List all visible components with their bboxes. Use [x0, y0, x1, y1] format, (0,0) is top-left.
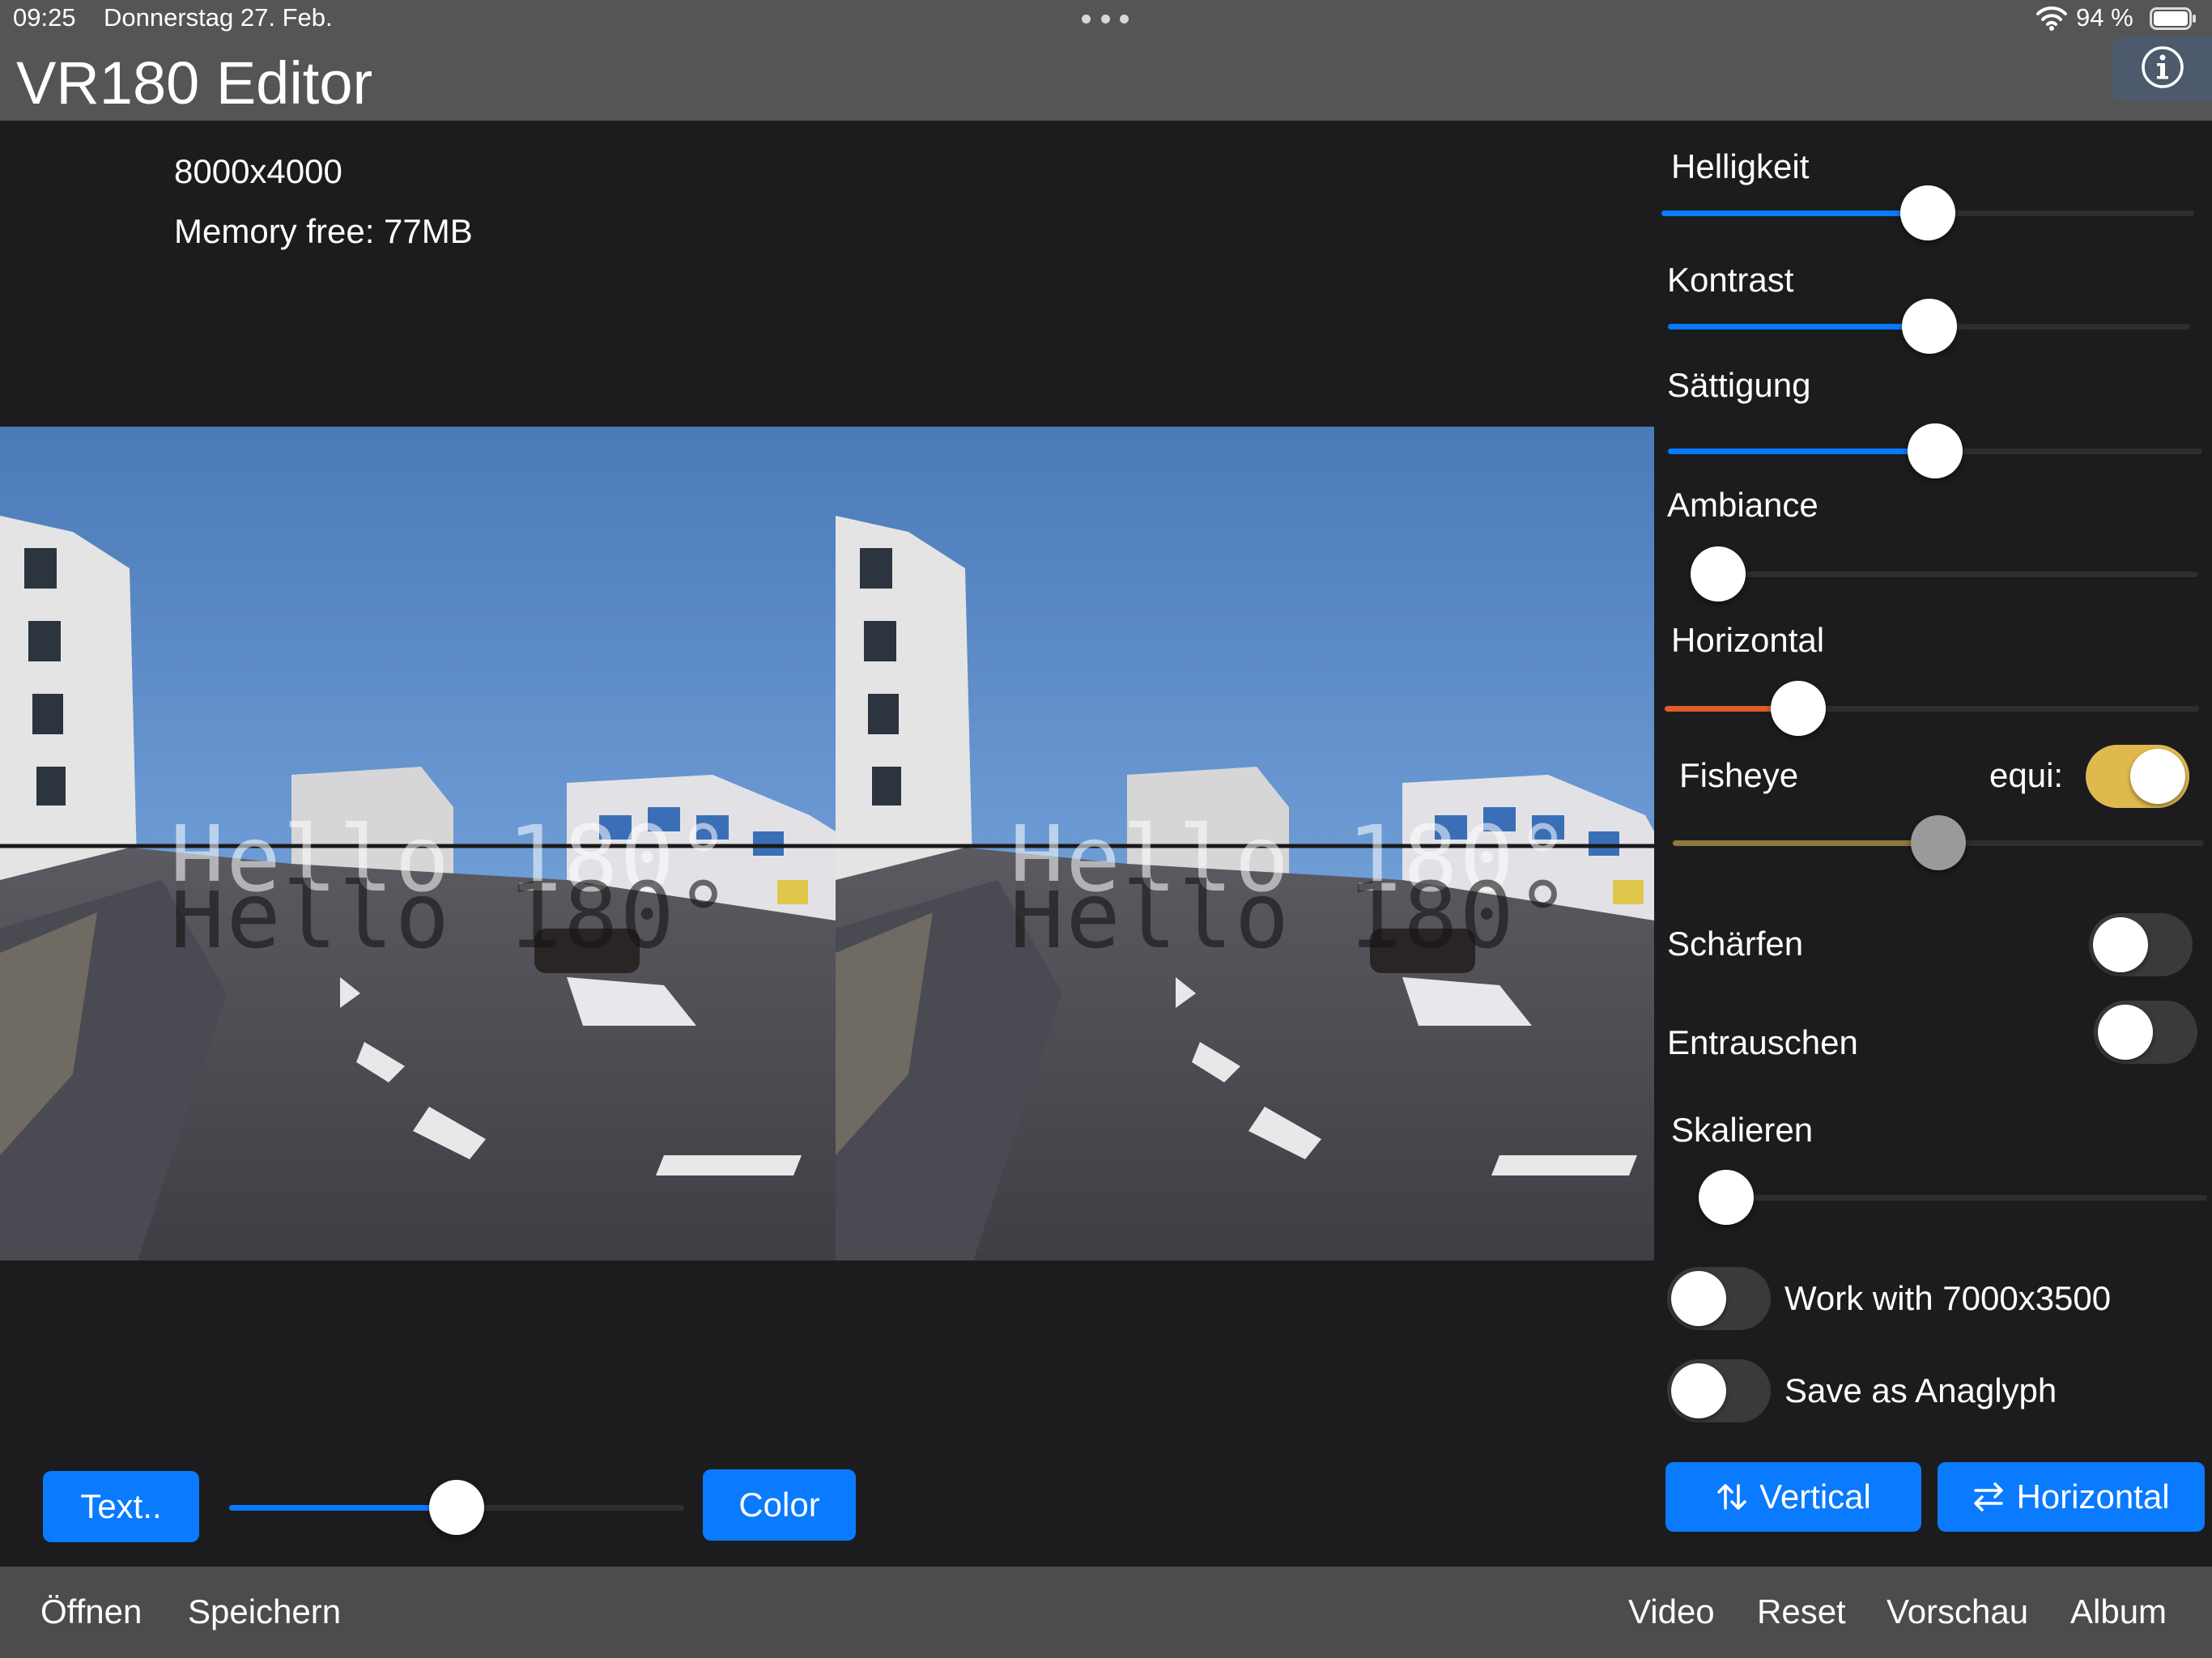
- horizontal-flip-icon: [1974, 1482, 2004, 1511]
- vorschau-button[interactable]: Vorschau: [1887, 1592, 2028, 1631]
- saettigung-slider[interactable]: [1668, 423, 2202, 478]
- overlay-text-shadow: Hello 180°: [170, 864, 733, 969]
- slider-fill: [1661, 210, 1928, 216]
- fisheye-slider[interactable]: [1673, 815, 2204, 870]
- ambiance-slider[interactable]: [1691, 546, 2198, 602]
- fisheye-label: Fisheye: [1679, 756, 1799, 794]
- slider-knob[interactable]: [1699, 1170, 1754, 1225]
- slider-knob[interactable]: [1908, 423, 1963, 478]
- helligkeit-slider[interactable]: [1661, 185, 2194, 240]
- slider-fill: [1673, 840, 1938, 846]
- slider-fill: [229, 1505, 457, 1511]
- resolution-label: 8000x4000: [174, 152, 342, 190]
- slider-knob[interactable]: [1771, 681, 1826, 736]
- album-button[interactable]: Album: [2070, 1592, 2167, 1631]
- flip-horizontal-button[interactable]: Horizontal: [1938, 1462, 2205, 1532]
- save-anaglyph-toggle[interactable]: [1667, 1359, 1771, 1422]
- helligkeit-label: Helligkeit: [1671, 147, 1810, 185]
- slider-knob[interactable]: [1911, 815, 1966, 870]
- info-button[interactable]: [2112, 36, 2212, 101]
- entrauschen-label: Entrauschen: [1667, 1023, 1858, 1061]
- save-anaglyph-label: Save as Anaglyph: [1784, 1371, 2057, 1409]
- color-button[interactable]: Color: [703, 1469, 856, 1541]
- horizontal-label: Horizontal: [1671, 621, 1825, 659]
- work-with-label: Work with 7000x3500: [1784, 1279, 2112, 1317]
- ambiance-label: Ambiance: [1667, 486, 1819, 524]
- vr180-preview[interactable]: Hello 180° Hello 180° Hello 180° Hello 1…: [0, 427, 1654, 1261]
- flip-horizontal-label: Horizontal: [2016, 1477, 2170, 1516]
- right-eye-image: Hello 180° Hello 180°: [836, 427, 1654, 1261]
- overlay-text-shadow: Hello 180°: [1010, 864, 1572, 969]
- status-time: 09:25: [13, 3, 76, 32]
- battery-percentage: 94 %: [2076, 3, 2133, 32]
- status-date: Donnerstag 27. Feb.: [104, 3, 333, 32]
- skalieren-label: Skalieren: [1671, 1111, 1814, 1149]
- app-title: VR180 Editor: [16, 49, 373, 117]
- text-size-slider[interactable]: [229, 1480, 684, 1535]
- memory-label: Memory free: 77MB: [174, 212, 473, 250]
- speichern-button[interactable]: Speichern: [188, 1592, 341, 1631]
- oeffnen-button[interactable]: Öffnen: [40, 1592, 142, 1631]
- slider-knob[interactable]: [1691, 546, 1746, 602]
- left-eye-image: Hello 180° Hello 180°: [0, 427, 836, 1261]
- schaerfen-label: Schärfen: [1667, 925, 1804, 963]
- skalieren-slider[interactable]: [1699, 1170, 2207, 1225]
- saettigung-label: Sättigung: [1667, 366, 1811, 404]
- text-button[interactable]: Text..: [43, 1471, 199, 1542]
- equi-toggle[interactable]: [2086, 745, 2189, 808]
- kontrast-label: Kontrast: [1667, 261, 1794, 299]
- slider-knob[interactable]: [429, 1480, 484, 1535]
- schaerfen-toggle[interactable]: [2089, 913, 2193, 976]
- vertical-flip-icon: [1717, 1484, 1746, 1510]
- reset-button[interactable]: Reset: [1757, 1592, 1846, 1631]
- flip-vertical-label: Vertical: [1759, 1477, 1871, 1516]
- video-button[interactable]: Video: [1628, 1592, 1715, 1631]
- kontrast-slider[interactable]: [1668, 299, 2190, 354]
- multitasking-dots-icon[interactable]: [1082, 15, 1129, 26]
- equi-label: equi:: [1989, 756, 2064, 794]
- battery-icon: [2150, 7, 2196, 30]
- info-icon: [2142, 46, 2184, 88]
- slider-knob[interactable]: [1900, 185, 1955, 240]
- wifi-icon: [2036, 6, 2067, 31]
- work-with-toggle[interactable]: [1667, 1267, 1771, 1330]
- slider-fill: [1668, 449, 1935, 454]
- flip-vertical-button[interactable]: Vertical: [1665, 1462, 1921, 1532]
- slider-knob[interactable]: [1901, 299, 1957, 354]
- horizontal-slider[interactable]: [1665, 681, 2199, 736]
- entrauschen-toggle[interactable]: [2094, 1001, 2197, 1064]
- slider-fill: [1668, 324, 1929, 329]
